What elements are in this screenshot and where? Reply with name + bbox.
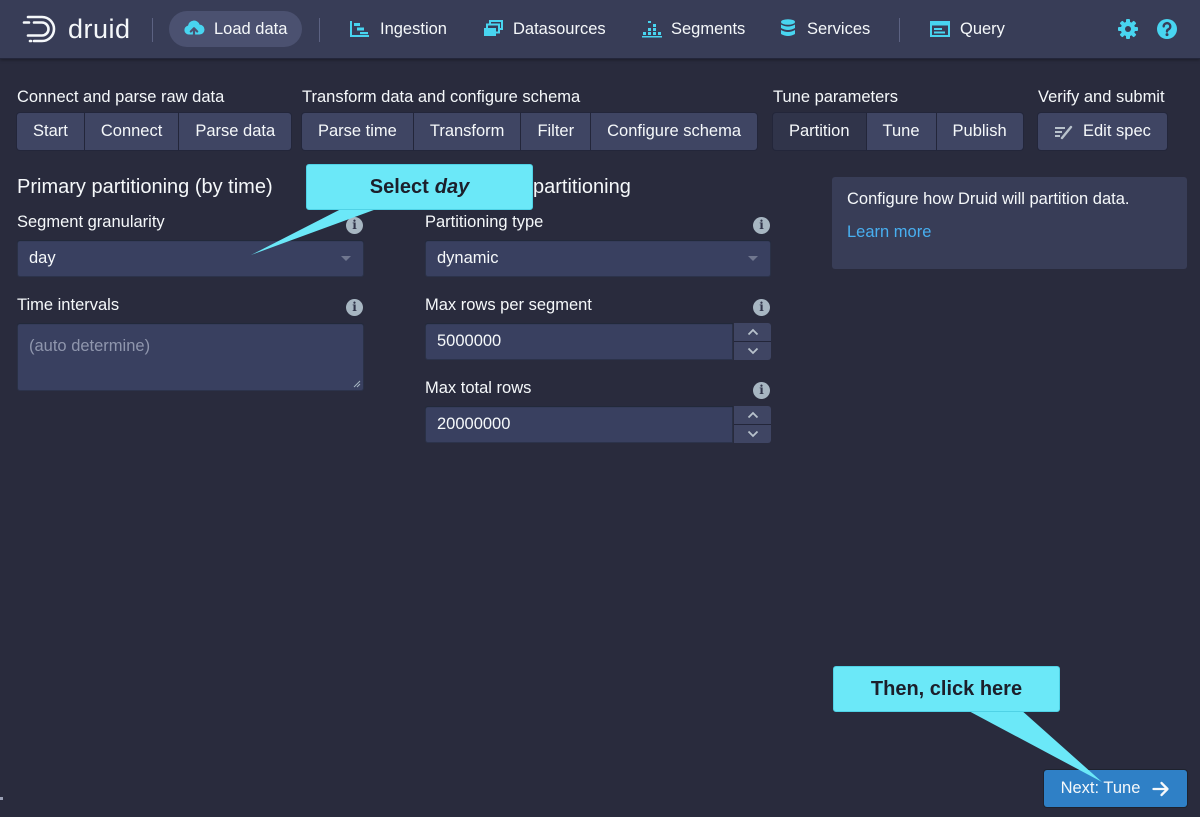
step-group-title: Transform data and configure schema (302, 88, 581, 106)
step-group-title: Connect and parse raw data (17, 88, 225, 106)
nav-datasources[interactable]: Datasources (468, 11, 621, 47)
chevron-up-icon (747, 328, 758, 336)
secondary-partitioning-title: partitioning (533, 176, 631, 198)
nav-query-label: Query (960, 19, 1005, 38)
time-intervals-placeholder: (auto determine) (29, 337, 151, 355)
nav-ingestion-label: Ingestion (380, 19, 447, 38)
gear-icon[interactable] (1117, 18, 1139, 40)
arrow-right-icon (1152, 781, 1170, 796)
step-tune[interactable]: Tune (866, 113, 937, 150)
query-icon (930, 21, 950, 37)
nav-services-label: Services (807, 19, 871, 38)
step-group-transform: Transform data and configure schema Pars… (302, 87, 758, 150)
resize-grip-icon[interactable] (353, 380, 361, 388)
step-transform[interactable]: Transform (413, 113, 522, 150)
ingestion-icon (350, 21, 369, 37)
chevron-down-icon (747, 347, 758, 355)
step-parse-time[interactable]: Parse time (302, 113, 414, 150)
druid-logo[interactable]: druid (22, 12, 131, 46)
time-intervals-textarea[interactable]: (auto determine) (17, 323, 364, 391)
help-icon[interactable] (1156, 18, 1178, 40)
max-rows-per-segment-input: 5000000 (425, 323, 771, 360)
max-rows-per-segment-field[interactable]: 5000000 (425, 323, 733, 360)
nav-services[interactable]: Services (764, 11, 885, 47)
datasources-icon (484, 20, 503, 36)
step-filter[interactable]: Filter (521, 113, 592, 150)
step-edit-spec[interactable]: Edit spec (1038, 113, 1167, 150)
druid-logo-icon (22, 15, 56, 43)
upload-icon (184, 20, 205, 39)
stepper-group (734, 323, 771, 360)
max-rows-per-segment-info-icon[interactable]: i (753, 299, 770, 316)
step-group-tune: Tune parameters Partition Tune Publish (773, 87, 1023, 150)
chevron-down-icon (341, 256, 351, 261)
nav-load-data[interactable]: Load data (169, 11, 303, 47)
step-bar: Parse time Transform Filter Configure sc… (302, 113, 758, 150)
max-total-rows-info-icon[interactable]: i (753, 382, 770, 399)
time-intervals-label: Time intervals (17, 296, 120, 314)
step-start[interactable]: Start (17, 113, 85, 150)
max-total-rows-input: 20000000 (425, 406, 771, 443)
step-group-connect: Connect and parse raw data Start Connect… (17, 87, 292, 150)
step-group-verify: Verify and submit Edit spec (1038, 87, 1167, 150)
segments-icon (642, 21, 662, 38)
step-bar: Start Connect Parse data (17, 113, 292, 150)
select-day-callout-value: day (434, 175, 470, 198)
services-icon (781, 19, 795, 36)
step-group-title: Verify and submit (1038, 88, 1165, 106)
nav-datasources-label: Datasources (513, 19, 606, 38)
time-intervals-info-icon[interactable]: i (346, 299, 363, 316)
max-total-rows-field[interactable]: 20000000 (425, 406, 733, 443)
learn-more-link[interactable]: Learn more (847, 223, 931, 242)
partitioning-type-label: Partitioning type (425, 213, 544, 231)
segment-granularity-label: Segment granularity (17, 213, 165, 231)
chevron-down-icon (747, 430, 758, 438)
click-here-callout: Then, click here (833, 666, 1060, 712)
max-total-rows-label: Max total rows (425, 379, 532, 397)
primary-partitioning-title: Primary partitioning (by time) (17, 176, 273, 198)
step-configure-schema[interactable]: Configure schema (591, 113, 758, 150)
segment-granularity-info-icon[interactable]: i (346, 217, 363, 234)
info-panel-message: Configure how Druid will partition data. (847, 190, 1130, 208)
partitioning-type-info-icon[interactable]: i (753, 217, 770, 234)
step-connect[interactable]: Connect (84, 113, 180, 150)
step-partition[interactable]: Partition (773, 113, 867, 150)
corner-mark (0, 797, 3, 800)
select-day-callout: Select day (306, 164, 533, 210)
nav-load-data-label: Load data (214, 19, 288, 38)
top-navbar: druid Load data Ingestion Datasources Se… (0, 0, 1200, 59)
stepper-group (734, 406, 771, 443)
partitioning-type-value: dynamic (437, 249, 499, 267)
nav-segments-label: Segments (671, 19, 746, 38)
increment-button[interactable] (734, 323, 771, 342)
select-day-callout-prefix: Select (369, 175, 429, 198)
nav-divider (319, 18, 320, 42)
next-tune-button[interactable]: Next: Tune (1044, 770, 1187, 807)
partitioning-type-select[interactable]: dynamic (425, 240, 771, 277)
nav-divider (899, 18, 900, 42)
nav-segments[interactable]: Segments (626, 11, 760, 47)
increment-button[interactable] (734, 406, 771, 425)
step-parse-data[interactable]: Parse data (179, 113, 292, 150)
nav-divider (152, 18, 153, 42)
step-group-title: Tune parameters (773, 88, 899, 106)
decrement-button[interactable] (734, 425, 771, 443)
next-tune-label: Next: Tune (1060, 779, 1141, 797)
segment-granularity-value: day (29, 249, 56, 267)
segment-granularity-select[interactable]: day (17, 240, 364, 277)
step-edit-spec-label: Edit spec (1083, 122, 1151, 140)
nav-query[interactable]: Query (915, 11, 1020, 47)
chevron-up-icon (747, 411, 758, 419)
decrement-button[interactable] (734, 342, 771, 360)
edit-spec-icon (1055, 125, 1073, 139)
nav-ingestion[interactable]: Ingestion (335, 11, 462, 47)
click-here-callout-text: Then, click here (870, 677, 1023, 700)
info-panel: Configure how Druid will partition data.… (832, 177, 1187, 269)
step-publish[interactable]: Publish (936, 113, 1023, 150)
step-bar: Edit spec (1038, 113, 1167, 150)
chevron-down-icon (748, 256, 758, 261)
druid-logo-text: druid (68, 13, 131, 44)
step-bar: Partition Tune Publish (773, 113, 1023, 150)
max-rows-per-segment-label: Max rows per segment (425, 296, 592, 314)
